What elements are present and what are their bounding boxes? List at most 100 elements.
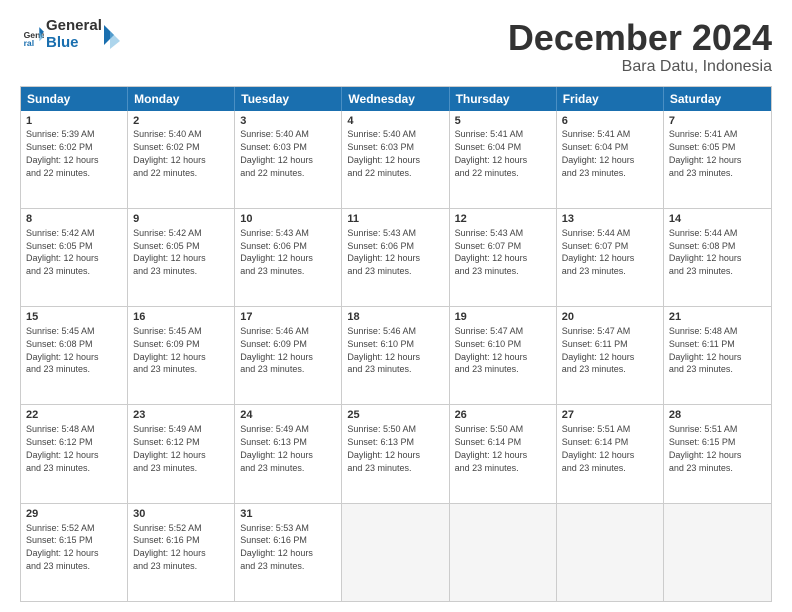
location: Bara Datu, Indonesia bbox=[508, 58, 772, 76]
table-row: 28Sunrise: 5:51 AMSunset: 6:15 PMDayligh… bbox=[664, 405, 771, 502]
logo-blue-text: Blue bbox=[46, 35, 102, 52]
daylight-text-cont: and 23 minutes. bbox=[669, 463, 733, 473]
table-row: 9Sunrise: 5:42 AMSunset: 6:05 PMDaylight… bbox=[128, 209, 235, 306]
day-number: 14 bbox=[669, 212, 766, 227]
day-number: 19 bbox=[455, 310, 551, 325]
sunset-text: Sunset: 6:03 PM bbox=[347, 142, 414, 152]
sunrise-text: Sunrise: 5:41 AM bbox=[562, 129, 631, 139]
daylight-text-cont: and 23 minutes. bbox=[455, 266, 519, 276]
day-number: 2 bbox=[133, 114, 229, 129]
day-number: 22 bbox=[26, 408, 122, 423]
table-row: 19Sunrise: 5:47 AMSunset: 6:10 PMDayligh… bbox=[450, 307, 557, 404]
day-number: 5 bbox=[455, 114, 551, 129]
day-number: 3 bbox=[240, 114, 336, 129]
table-row: 30Sunrise: 5:52 AMSunset: 6:16 PMDayligh… bbox=[128, 504, 235, 601]
daylight-text-cont: and 23 minutes. bbox=[455, 463, 519, 473]
title-block: December 2024 Bara Datu, Indonesia bbox=[508, 18, 772, 76]
daylight-text-cont: and 23 minutes. bbox=[347, 266, 411, 276]
day-number: 10 bbox=[240, 212, 336, 227]
sunrise-text: Sunrise: 5:42 AM bbox=[133, 228, 202, 238]
table-row: 22Sunrise: 5:48 AMSunset: 6:12 PMDayligh… bbox=[21, 405, 128, 502]
sunset-text: Sunset: 6:10 PM bbox=[347, 339, 414, 349]
sunset-text: Sunset: 6:06 PM bbox=[347, 241, 414, 251]
sunrise-text: Sunrise: 5:43 AM bbox=[455, 228, 524, 238]
sunrise-text: Sunrise: 5:43 AM bbox=[347, 228, 416, 238]
calendar-week-2: 8Sunrise: 5:42 AMSunset: 6:05 PMDaylight… bbox=[21, 208, 771, 306]
sunset-text: Sunset: 6:08 PM bbox=[669, 241, 736, 251]
daylight-text: Daylight: 12 hours bbox=[347, 352, 420, 362]
table-row: 14Sunrise: 5:44 AMSunset: 6:08 PMDayligh… bbox=[664, 209, 771, 306]
logo: Gene ral General Blue bbox=[20, 18, 122, 51]
sunrise-text: Sunrise: 5:46 AM bbox=[347, 326, 416, 336]
day-number: 9 bbox=[133, 212, 229, 227]
table-row: 11Sunrise: 5:43 AMSunset: 6:06 PMDayligh… bbox=[342, 209, 449, 306]
daylight-text: Daylight: 12 hours bbox=[133, 253, 206, 263]
daylight-text: Daylight: 12 hours bbox=[455, 155, 528, 165]
sunrise-text: Sunrise: 5:40 AM bbox=[347, 129, 416, 139]
sunrise-text: Sunrise: 5:48 AM bbox=[26, 424, 95, 434]
day-number: 17 bbox=[240, 310, 336, 325]
table-row: 3Sunrise: 5:40 AMSunset: 6:03 PMDaylight… bbox=[235, 111, 342, 208]
daylight-text-cont: and 23 minutes. bbox=[26, 266, 90, 276]
daylight-text: Daylight: 12 hours bbox=[26, 548, 99, 558]
daylight-text-cont: and 23 minutes. bbox=[240, 463, 304, 473]
sunset-text: Sunset: 6:13 PM bbox=[347, 437, 414, 447]
table-row: 6Sunrise: 5:41 AMSunset: 6:04 PMDaylight… bbox=[557, 111, 664, 208]
daylight-text: Daylight: 12 hours bbox=[133, 450, 206, 460]
sunset-text: Sunset: 6:04 PM bbox=[455, 142, 522, 152]
sunset-text: Sunset: 6:07 PM bbox=[562, 241, 629, 251]
sunset-text: Sunset: 6:14 PM bbox=[455, 437, 522, 447]
daylight-text: Daylight: 12 hours bbox=[240, 352, 313, 362]
daylight-text: Daylight: 12 hours bbox=[133, 155, 206, 165]
table-row: 13Sunrise: 5:44 AMSunset: 6:07 PMDayligh… bbox=[557, 209, 664, 306]
daylight-text: Daylight: 12 hours bbox=[562, 352, 635, 362]
daylight-text-cont: and 23 minutes. bbox=[133, 463, 197, 473]
sunset-text: Sunset: 6:15 PM bbox=[669, 437, 736, 447]
weekday-header-wednesday: Wednesday bbox=[342, 87, 449, 111]
sunset-text: Sunset: 6:12 PM bbox=[133, 437, 200, 447]
daylight-text: Daylight: 12 hours bbox=[669, 352, 742, 362]
daylight-text: Daylight: 12 hours bbox=[240, 548, 313, 558]
sunrise-text: Sunrise: 5:42 AM bbox=[26, 228, 95, 238]
sunset-text: Sunset: 6:09 PM bbox=[133, 339, 200, 349]
svg-text:ral: ral bbox=[24, 38, 35, 46]
table-row: 16Sunrise: 5:45 AMSunset: 6:09 PMDayligh… bbox=[128, 307, 235, 404]
table-row: 20Sunrise: 5:47 AMSunset: 6:11 PMDayligh… bbox=[557, 307, 664, 404]
sunrise-text: Sunrise: 5:47 AM bbox=[455, 326, 524, 336]
logo-icon: Gene ral bbox=[22, 24, 44, 46]
day-number: 24 bbox=[240, 408, 336, 423]
daylight-text: Daylight: 12 hours bbox=[26, 352, 99, 362]
table-row: 12Sunrise: 5:43 AMSunset: 6:07 PMDayligh… bbox=[450, 209, 557, 306]
daylight-text: Daylight: 12 hours bbox=[240, 155, 313, 165]
table-row bbox=[557, 504, 664, 601]
sunrise-text: Sunrise: 5:40 AM bbox=[240, 129, 309, 139]
table-row: 31Sunrise: 5:53 AMSunset: 6:16 PMDayligh… bbox=[235, 504, 342, 601]
sunset-text: Sunset: 6:02 PM bbox=[26, 142, 93, 152]
weekday-header-friday: Friday bbox=[557, 87, 664, 111]
weekday-header-thursday: Thursday bbox=[450, 87, 557, 111]
sunset-text: Sunset: 6:14 PM bbox=[562, 437, 629, 447]
weekday-header-sunday: Sunday bbox=[21, 87, 128, 111]
day-number: 6 bbox=[562, 114, 658, 129]
calendar-week-1: 1Sunrise: 5:39 AMSunset: 6:02 PMDaylight… bbox=[21, 111, 771, 208]
daylight-text: Daylight: 12 hours bbox=[133, 352, 206, 362]
daylight-text-cont: and 23 minutes. bbox=[562, 266, 626, 276]
day-number: 30 bbox=[133, 507, 229, 522]
sunset-text: Sunset: 6:11 PM bbox=[562, 339, 628, 349]
sunrise-text: Sunrise: 5:41 AM bbox=[455, 129, 524, 139]
header: Gene ral General Blue December 2024 Bara… bbox=[20, 18, 772, 76]
calendar: SundayMondayTuesdayWednesdayThursdayFrid… bbox=[20, 86, 772, 602]
weekday-header-tuesday: Tuesday bbox=[235, 87, 342, 111]
page: Gene ral General Blue December 2024 Bara… bbox=[0, 0, 792, 612]
table-row: 8Sunrise: 5:42 AMSunset: 6:05 PMDaylight… bbox=[21, 209, 128, 306]
sunrise-text: Sunrise: 5:43 AM bbox=[240, 228, 309, 238]
sunset-text: Sunset: 6:04 PM bbox=[562, 142, 629, 152]
sunrise-text: Sunrise: 5:45 AM bbox=[26, 326, 95, 336]
daylight-text-cont: and 22 minutes. bbox=[347, 168, 411, 178]
calendar-week-3: 15Sunrise: 5:45 AMSunset: 6:08 PMDayligh… bbox=[21, 306, 771, 404]
daylight-text: Daylight: 12 hours bbox=[240, 253, 313, 263]
table-row: 1Sunrise: 5:39 AMSunset: 6:02 PMDaylight… bbox=[21, 111, 128, 208]
daylight-text-cont: and 22 minutes. bbox=[26, 168, 90, 178]
sunrise-text: Sunrise: 5:50 AM bbox=[347, 424, 416, 434]
sunset-text: Sunset: 6:12 PM bbox=[26, 437, 93, 447]
